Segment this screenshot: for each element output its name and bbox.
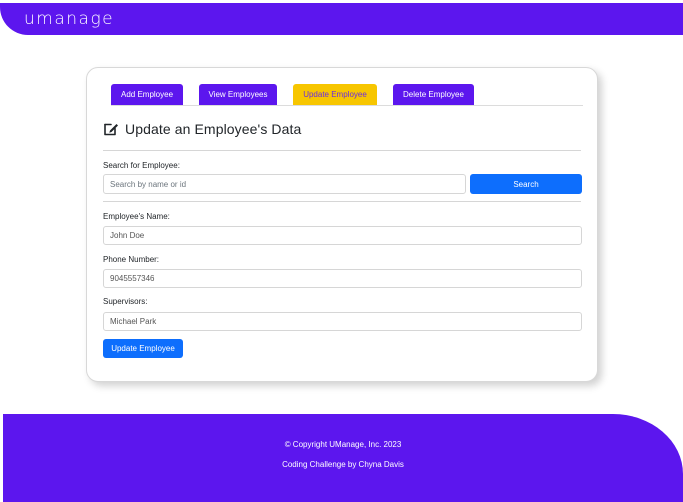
search-button[interactable]: Search <box>470 174 582 194</box>
tab-bar: Add Employee View Employees Update Emplo… <box>111 84 583 106</box>
employee-name-field[interactable]: John Doe <box>103 226 582 245</box>
divider <box>103 201 581 202</box>
page-title: Update an Employee's Data <box>125 121 302 137</box>
supervisors-field[interactable]: Michael Park <box>103 312 582 331</box>
tab-view-employees[interactable]: View Employees <box>199 84 277 105</box>
update-employee-button[interactable]: Update Employee <box>103 339 183 358</box>
form-title-row: Update an Employee's Data <box>103 121 301 137</box>
supervisors-label: Supervisors: <box>103 297 148 306</box>
header-bar: umanage <box>0 3 683 35</box>
edit-icon <box>104 123 118 136</box>
divider <box>103 150 581 151</box>
tab-delete-employee[interactable]: Delete Employee <box>393 84 474 105</box>
page: umanage Add Employee View Employees Upda… <box>0 0 683 502</box>
phone-label: Phone Number: <box>103 255 160 264</box>
credit-text: Coding Challenge by Chyna Davis <box>282 460 404 469</box>
update-employee-card: Add Employee View Employees Update Emplo… <box>86 67 598 382</box>
tab-add-employee[interactable]: Add Employee <box>111 84 183 105</box>
copyright-text: © Copyright UManage, Inc. 2023 <box>284 440 402 449</box>
search-input[interactable]: Search by name or id <box>103 174 466 194</box>
footer: © Copyright UManage, Inc. 2023 Coding Ch… <box>3 414 683 502</box>
search-label: Search for Employee: <box>103 161 180 170</box>
name-label: Employee's Name: <box>103 212 170 221</box>
phone-number-field[interactable]: 9045557346 <box>103 269 582 288</box>
app-logo[interactable]: umanage <box>24 8 114 30</box>
tab-update-employee[interactable]: Update Employee <box>293 84 377 105</box>
